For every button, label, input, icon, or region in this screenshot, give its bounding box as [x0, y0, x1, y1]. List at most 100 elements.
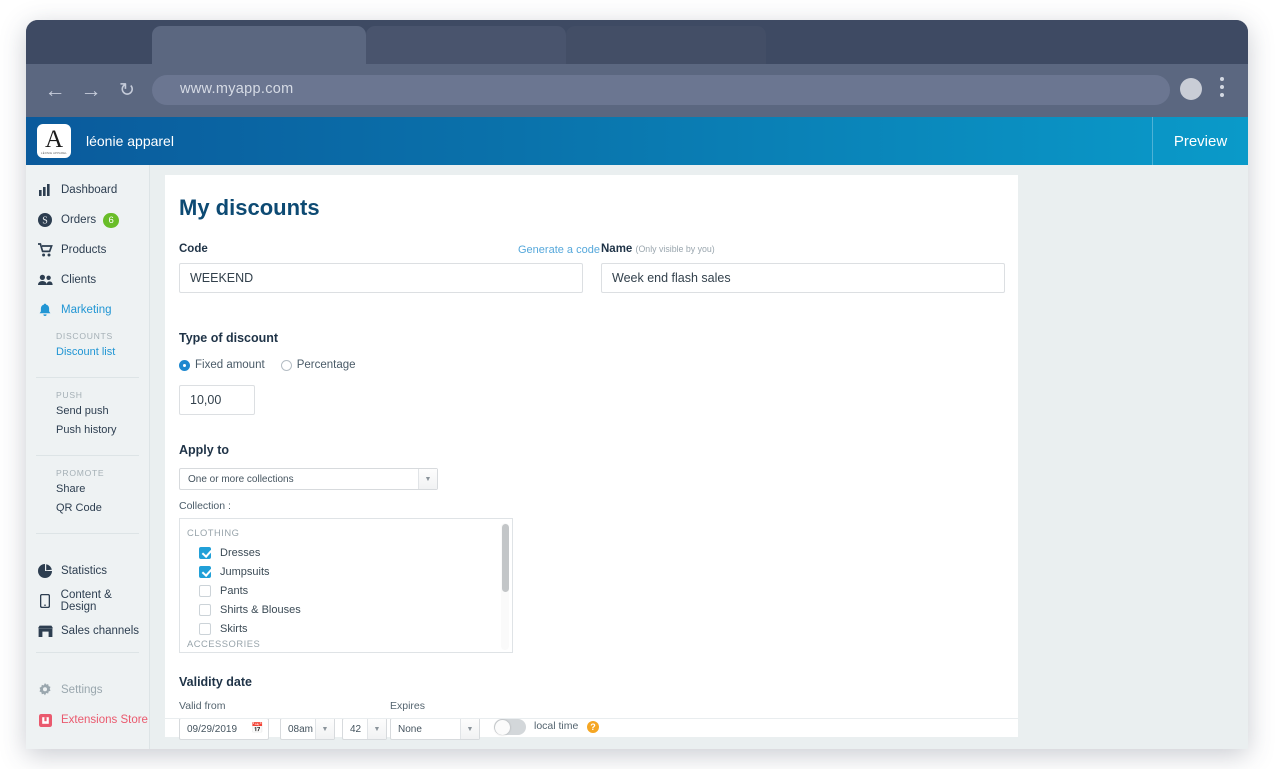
sidebar-item-label: Statistics	[61, 565, 107, 577]
collection-list-scrollbar[interactable]	[501, 523, 509, 650]
browser-tab-3[interactable]	[566, 26, 766, 66]
sidebar-item-statistics[interactable]: Statistics	[26, 556, 149, 586]
reload-icon[interactable]: ↻	[114, 78, 140, 104]
toggle-knob	[495, 720, 510, 735]
name-label-text: Name	[601, 243, 632, 255]
browser-tab-active[interactable]	[152, 26, 366, 66]
brand-logo-icon: A LÉONIE APPAREL	[37, 124, 71, 158]
app-header: A LÉONIE APPAREL léonie apparel Preview	[26, 117, 1248, 165]
chevron-down-icon: ▼	[418, 469, 437, 489]
sidebar-item-send-push[interactable]: Send push	[26, 405, 149, 424]
apply-to-select[interactable]: One or more collections ▼	[179, 468, 438, 490]
app-body: Dashboard S Orders 6 Products Clients	[26, 165, 1248, 749]
dollar-circle-icon: S	[36, 212, 54, 228]
browser-tab-2[interactable]	[366, 26, 566, 66]
chevron-down-icon: ▼	[315, 719, 334, 739]
discount-form-card: My discounts Code Generate a code Name (…	[165, 175, 1018, 737]
radio-indicator	[179, 360, 190, 371]
valid-from-date-input[interactable]: 09/29/2019 📅	[179, 718, 269, 740]
collection-group-title: CLOTHING	[187, 527, 512, 538]
sidebar-divider	[36, 652, 139, 653]
sidebar-group-title: PROMOTE	[26, 468, 149, 478]
sidebar-item-share[interactable]: Share	[26, 483, 149, 502]
collection-item-dresses[interactable]: Dresses	[187, 543, 512, 562]
collection-item-label: Pants	[220, 585, 248, 597]
hour-select[interactable]: 08am ▼	[280, 718, 335, 740]
sidebar-item-orders[interactable]: S Orders 6	[26, 205, 149, 235]
sidebar-item-sales-channels[interactable]: Sales channels	[26, 616, 149, 646]
sidebar-item-content-design[interactable]: Content & Design	[26, 586, 149, 616]
name-input[interactable]: Week end flash sales	[601, 263, 1005, 293]
sidebar-item-qr-code[interactable]: QR Code	[26, 502, 149, 521]
valid-from-date-value: 09/29/2019	[187, 724, 237, 735]
sidebar-item-label: Orders	[61, 214, 96, 226]
minute-select[interactable]: 42 ▼	[342, 718, 387, 740]
minute-value: 42	[343, 724, 361, 735]
sidebar-item-label: Clients	[61, 274, 96, 286]
pie-chart-icon	[36, 563, 54, 579]
svg-text:S: S	[42, 216, 48, 227]
collection-item-label: Shirts & Blouses	[220, 604, 301, 616]
logo-subtext: LÉONIE APPAREL	[41, 152, 67, 155]
radio-percentage[interactable]: Percentage	[281, 359, 356, 371]
logo-monogram: A	[45, 128, 63, 152]
sidebar-group-title: DISCOUNTS	[26, 331, 149, 341]
collection-item-jumpsuits[interactable]: Jumpsuits	[187, 562, 512, 581]
collection-item-shirts-blouses[interactable]: Shirts & Blouses	[187, 600, 512, 619]
apply-to-section: Apply to One or more collections ▼ Colle…	[179, 443, 1018, 653]
discount-amount-input[interactable]: 10,00	[179, 385, 255, 415]
preview-button[interactable]: Preview	[1152, 117, 1248, 165]
code-input[interactable]: WEEKEND	[179, 263, 583, 293]
sidebar-item-label: Content & Design	[61, 589, 149, 613]
sidebar-group-title: PUSH	[26, 390, 149, 400]
sidebar-item-marketing[interactable]: Marketing	[26, 295, 149, 325]
browser-nav-bar: ← → ↻ www.myapp.com	[26, 64, 1248, 117]
expires-select[interactable]: None ▼	[390, 718, 480, 740]
sidebar-item-label: Products	[61, 244, 106, 256]
page-title: My discounts	[179, 195, 1018, 221]
people-icon	[36, 272, 54, 288]
code-name-row: Code Generate a code Name (Only visible …	[179, 243, 1018, 301]
collection-item-label: Skirts	[220, 623, 248, 635]
collection-item-pants[interactable]: Pants	[187, 581, 512, 600]
scrollbar-thumb[interactable]	[502, 524, 509, 592]
card-bottom-divider	[165, 718, 1018, 719]
radio-indicator	[281, 360, 292, 371]
sidebar-item-push-history[interactable]: Push history	[26, 424, 149, 443]
collection-checkbox-list[interactable]: CLOTHING Dresses Jumpsuits Pants	[179, 518, 513, 653]
radio-fixed-amount[interactable]: Fixed amount	[179, 359, 265, 371]
expires-label: Expires	[390, 700, 425, 712]
checkbox-indicator	[199, 566, 211, 578]
avatar[interactable]	[1180, 78, 1202, 100]
browser-menu-icon[interactable]	[1214, 77, 1230, 103]
hour-value: 08am	[281, 724, 313, 735]
collection-item-skirts[interactable]: Skirts	[187, 619, 512, 638]
sidebar-group-discounts: DISCOUNTS Discount list	[26, 325, 149, 371]
apply-to-selected-value: One or more collections	[180, 474, 294, 485]
sidebar-item-discount-list[interactable]: Discount list	[26, 346, 149, 365]
sidebar-item-settings[interactable]: Settings	[26, 675, 149, 705]
checkbox-indicator	[199, 604, 211, 616]
local-time-toggle[interactable]	[494, 719, 526, 735]
mobile-icon	[36, 593, 54, 609]
collection-group-title: ACCESSORIES	[187, 638, 512, 649]
code-label: Code	[179, 243, 208, 255]
cart-icon	[36, 242, 54, 258]
url-input[interactable]: www.myapp.com	[152, 75, 1170, 105]
sidebar-item-products[interactable]: Products	[26, 235, 149, 265]
bar-chart-icon	[36, 182, 54, 198]
arrow-right-icon[interactable]: →	[78, 78, 104, 104]
calendar-icon[interactable]: 📅	[251, 723, 262, 734]
validity-controls-row: Valid from Expires 09/29/2019 📅 08am ▼ 4…	[179, 700, 1018, 746]
question-mark-icon[interactable]: ?	[587, 721, 599, 733]
local-time-label: local time	[534, 720, 578, 732]
valid-from-label: Valid from	[179, 700, 226, 712]
sidebar-item-dashboard[interactable]: Dashboard	[26, 175, 149, 205]
bell-icon	[36, 302, 54, 318]
collection-item-label: Jumpsuits	[220, 566, 270, 578]
sidebar-item-clients[interactable]: Clients	[26, 265, 149, 295]
sidebar-item-extensions-store[interactable]: Extensions Store	[26, 705, 149, 735]
storefront-icon	[36, 623, 54, 639]
generate-code-link[interactable]: Generate a code	[518, 244, 600, 256]
arrow-left-icon[interactable]: ←	[42, 78, 68, 104]
